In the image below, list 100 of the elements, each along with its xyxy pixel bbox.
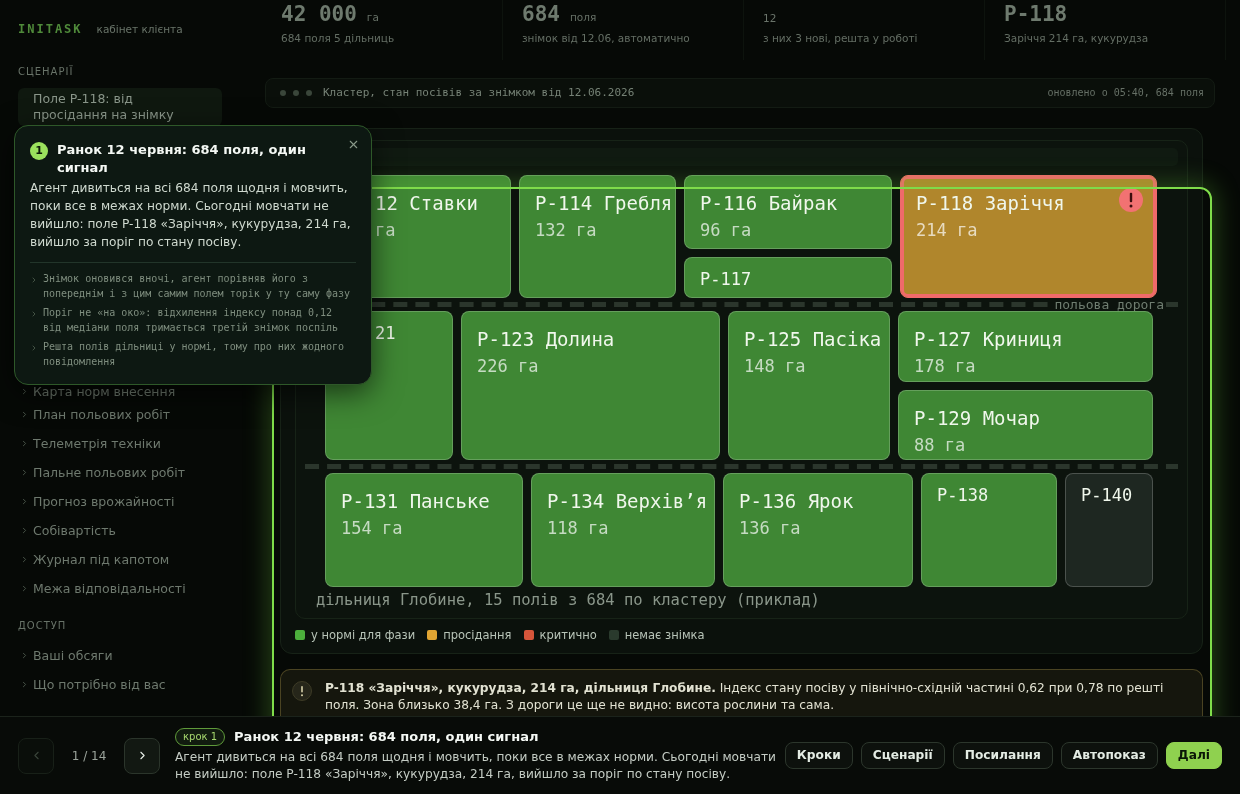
field-tile[interactable]: P-129 Мочар 88 га: [898, 389, 1153, 460]
field-area: га: [375, 219, 396, 241]
stat-caption: 684 поля 5 дільниць: [281, 31, 395, 45]
page-counter: 1 / 14: [70, 747, 108, 765]
section-label: ДОСТУП: [18, 620, 67, 632]
stat-caption: знімок від 12.06, автоматично: [522, 31, 690, 45]
legend-label: немає знімка: [624, 628, 705, 642]
cabinet-subtitle: кабінет клієнта: [96, 22, 183, 37]
field-name: P-127 Криниця: [914, 327, 1063, 351]
logo-text: INITASK: [18, 21, 83, 38]
map-caption: дільниця Глобине, 15 полів з 684 по кластеру (приклад): [316, 591, 820, 609]
sidebar-item[interactable]: Телеметрія техніки: [18, 429, 222, 458]
field-area: 214 га: [916, 219, 978, 241]
panel-title: Кластер, стан посівів за знімком від 12.06.2026: [323, 86, 635, 100]
field-name: P-125 Пасіка: [744, 327, 882, 351]
next-button[interactable]: [124, 737, 160, 774]
field-tile[interactable]: P-127 Криниця 178 га: [898, 311, 1153, 382]
legend-label: просідання: [443, 628, 512, 642]
field-tile[interactable]: P-117: [684, 257, 892, 298]
popover-title: Ранок 12 червня: 684 поля, один сигнал: [57, 141, 307, 177]
field-tile[interactable]: P-118 Заріччя 214 га: [900, 175, 1157, 298]
chevron-icon: [20, 410, 29, 419]
sidebar-item[interactable]: Журнал під капотом: [18, 545, 222, 574]
chevron-icon: [30, 310, 38, 318]
alert-icon: [1119, 188, 1143, 212]
field-name: 12 Ставки: [375, 191, 478, 215]
field-area: 178 га: [914, 355, 976, 377]
field-tile[interactable]: P-140: [1065, 473, 1153, 587]
section-label: СЦЕНАРІЇ: [18, 66, 74, 78]
field-area: 88 га: [914, 433, 966, 456]
chevron-icon: [20, 468, 29, 477]
sidebar-item[interactable]: Карта норм внесення: [18, 383, 222, 400]
field-name: P-114 Гребля: [535, 191, 673, 215]
field-area: 136 га: [739, 517, 801, 539]
tour-button[interactable]: Посилання: [952, 742, 1053, 769]
field-tile[interactable]: P-116 Байрак 96 га: [684, 175, 892, 250]
field-tile[interactable]: P-136 Ярок 136 га: [723, 473, 913, 587]
legend-label: у нормі для фази: [311, 628, 416, 642]
field-tile[interactable]: P-134 Верхів’я 118 га: [531, 473, 715, 587]
sidebar-item[interactable]: Собівартість: [18, 516, 222, 545]
chevron-icon: [20, 584, 29, 593]
stat-value: 42 000: [281, 1, 357, 27]
chevron-icon: [20, 680, 29, 689]
field-area: 148 га: [744, 355, 806, 377]
field-name: P-116 Байрак: [700, 191, 838, 215]
chevron-icon: [20, 555, 29, 564]
field-name: 21: [375, 322, 396, 344]
field-name: P-129 Мочар: [914, 405, 1040, 430]
chevron-icon: [20, 497, 29, 506]
tour-button[interactable]: Сценарії: [860, 742, 945, 769]
field-name: P-123 Долина: [477, 327, 615, 351]
tour-button[interactable]: Автопоказ: [1060, 742, 1158, 769]
chevron-icon: [20, 387, 29, 396]
legend-label: критично: [539, 628, 597, 642]
next-step-button[interactable]: Далі: [1165, 742, 1222, 769]
field-tile[interactable]: P-131 Панське 154 га: [325, 473, 523, 587]
stat-value: 684: [522, 1, 560, 27]
stat-caption: з них 3 нові, решта у роботі: [763, 31, 918, 45]
chevron-icon: [20, 651, 29, 660]
stat-unit: поля: [569, 10, 597, 25]
alert-icon: [292, 681, 312, 701]
step-description: Агент дивиться на всі 684 поля щодня і мовчить, поки все в межах норми. Сьогодні мовчати не вийшло: поле P-118 «Заріччя», кукурудза, 214 га, вийшло за поріг по стану посіву.: [175, 749, 777, 783]
step-number: 1: [30, 142, 48, 160]
field-area: 96 га: [700, 219, 752, 241]
sidebar-item[interactable]: План польових робіт: [18, 400, 222, 429]
sidebar-item[interactable]: Межа відповідальності: [18, 574, 222, 603]
chevron-icon: [20, 526, 29, 535]
sidebar-item[interactable]: Пальне польових робіт: [18, 458, 222, 487]
field-area: 132 га: [535, 219, 597, 241]
step-tag: крок 1: [175, 728, 226, 746]
sidebar-item[interactable]: Що потрібно від вас: [18, 670, 222, 699]
stat-label: 12: [763, 12, 777, 24]
step-title: Ранок 12 червня: 684 поля, один сигнал: [234, 728, 539, 746]
field-name: P-138: [937, 484, 989, 506]
chevron-icon: [30, 344, 38, 352]
field-area: 226 га: [477, 355, 539, 377]
field-name: P-136 Ярок: [739, 489, 854, 513]
field-tile[interactable]: P-125 Пасіка 148 га: [728, 311, 890, 460]
field-name: P-131 Панське: [341, 489, 490, 513]
chevron-icon: [20, 439, 29, 448]
tour-button[interactable]: Кроки: [784, 742, 853, 769]
field-name: P-134 Верхів’я: [547, 489, 708, 513]
field-area: 118 га: [547, 517, 609, 539]
stat-caption: Заріччя 214 га, кукурудза: [1004, 31, 1149, 45]
field-name: P-140: [1081, 484, 1133, 506]
alert-text: P-118 «Заріччя», кукурудза, 214 га, дільниця Глобине. Індекс стану посіву у північно-східній частині 0,62 при 0,78 по решті поля. Зона близько 38,4 га. З дороги це ще не видно: висота рослини та сама.: [325, 680, 1165, 714]
field-tile[interactable]: P-138: [921, 473, 1057, 587]
chevron-icon: [30, 276, 38, 284]
stat-unit: га: [366, 10, 379, 25]
field-name: P-118 Заріччя: [916, 191, 1065, 215]
field-area: 154 га: [341, 517, 403, 539]
field-tile[interactable]: P-114 Гребля 132 га: [519, 175, 676, 298]
sidebar-item[interactable]: Прогноз врожайності: [18, 487, 222, 516]
sidebar-item[interactable]: Ваші обсяги: [18, 641, 222, 670]
update-note: оновлено о 05:40, 684 поля: [1047, 86, 1204, 100]
dots-icon: [279, 89, 313, 97]
field-tile[interactable]: P-123 Долина 226 га: [461, 311, 720, 460]
sidebar-item[interactable]: Поле P-118: від просідання на знімку: [18, 88, 222, 126]
stat-value: P-118: [1004, 1, 1068, 27]
field-name: P-117: [700, 268, 752, 291]
